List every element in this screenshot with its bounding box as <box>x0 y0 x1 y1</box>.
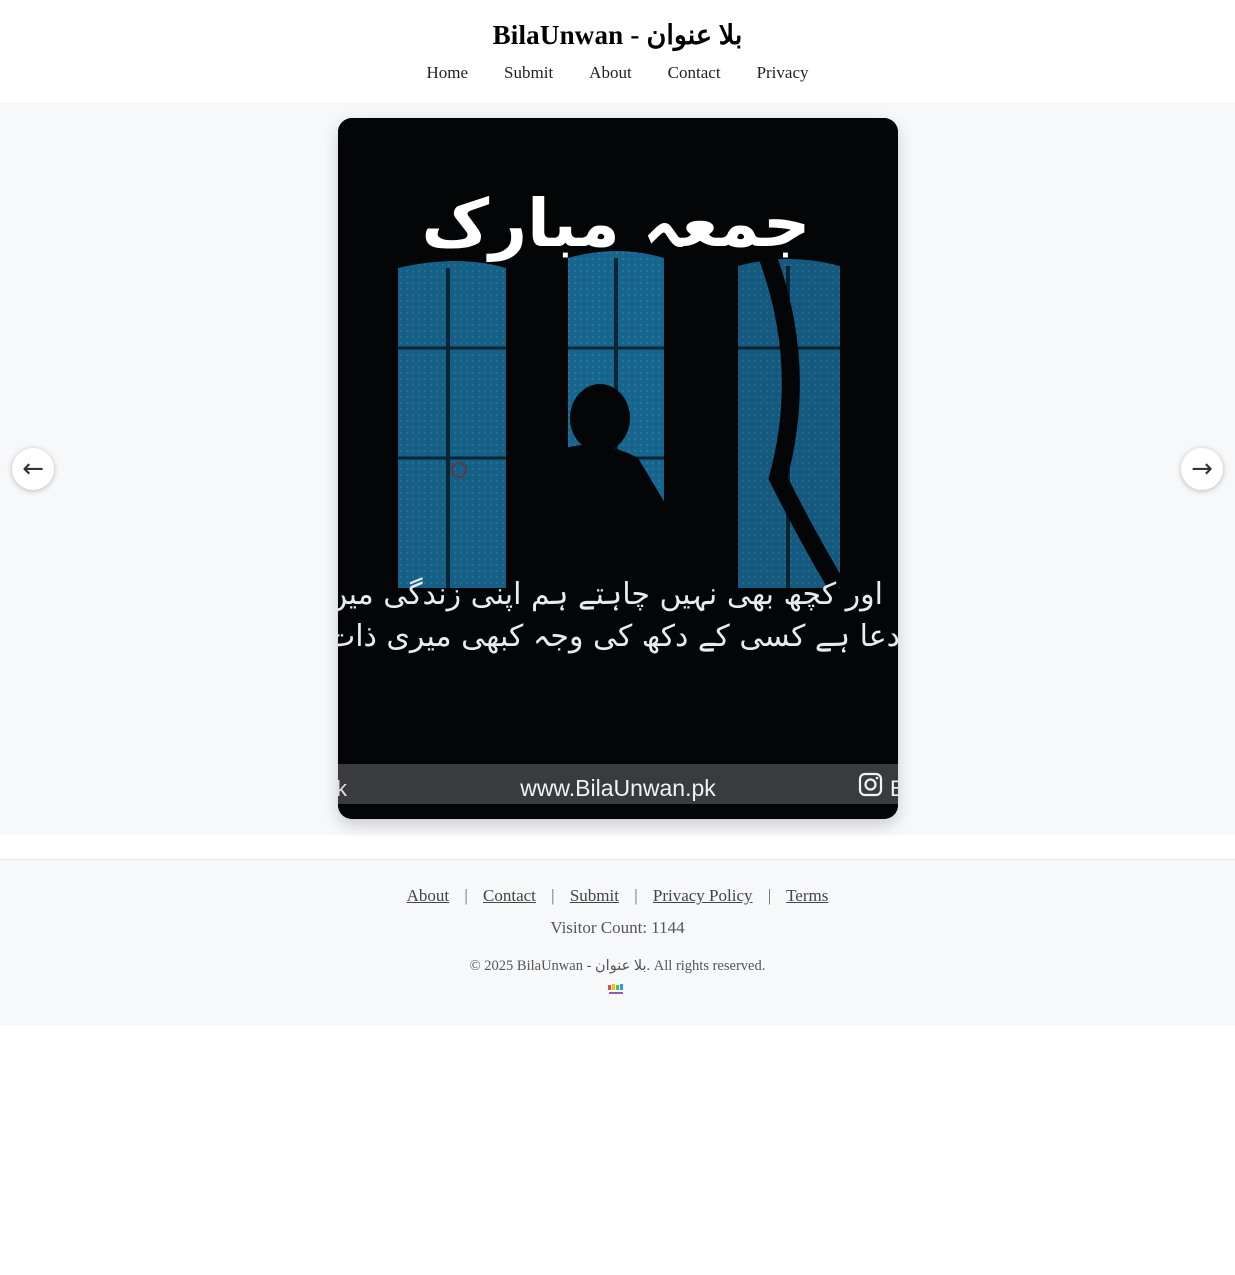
banner-right-fragment: B <box>890 776 898 801</box>
window-left <box>398 261 506 588</box>
footer-link-contact[interactable]: Contact <box>483 886 536 905</box>
nav-home[interactable]: Home <box>427 63 469 83</box>
main-nav: Home Submit About Contact Privacy <box>0 63 1235 83</box>
slide-card[interactable]: جمعہ مبارک اور کچھ بھی نہیں چاہتے ہم اپن… <box>338 118 898 819</box>
copyright: © 2025 BilaUnwan - بلا عنوان. All rights… <box>469 958 766 974</box>
banner-url: www.BilaUnwan.pk <box>519 775 716 801</box>
slide-line-1: اور کچھ بھی نہیں چاہتے ہم اپنی زندگی میں… <box>338 577 883 612</box>
nav-submit[interactable]: Submit <box>504 63 553 83</box>
footer-link-terms[interactable]: Terms <box>786 886 828 905</box>
site-header: BilaUnwan - بلا عنوان Home Submit About … <box>0 0 1235 102</box>
footer-link-privacy-policy[interactable]: Privacy Policy <box>653 886 753 905</box>
footer-link-submit[interactable]: Submit <box>570 886 619 905</box>
footer-links: About | Contact | Submit | Privacy Polic… <box>0 886 1235 906</box>
footer-separator: | <box>634 886 638 905</box>
footer-separator: | <box>464 886 468 905</box>
slide-image: جمعہ مبارک اور کچھ بھی نہیں چاہتے ہم اپن… <box>338 118 898 819</box>
arrow-right-icon: → <box>1191 454 1213 484</box>
nav-privacy[interactable]: Privacy <box>757 63 809 83</box>
footer-separator: | <box>551 886 555 905</box>
site-footer: About | Contact | Submit | Privacy Polic… <box>0 859 1235 1026</box>
slide-line-2: دعا ہے کسی کے دکھ کی وجہ کبھی میری ذات ن… <box>338 619 898 654</box>
next-arrow-button[interactable]: → <box>1181 448 1223 490</box>
site-logo-icon <box>608 984 623 994</box>
nav-about[interactable]: About <box>589 63 632 83</box>
visitor-count: Visitor Count: 1144 <box>550 918 685 937</box>
arrow-left-icon: ← <box>22 454 44 484</box>
nav-contact[interactable]: Contact <box>668 63 721 83</box>
slide-heading: جمعہ مبارک <box>422 185 811 262</box>
banner-left-fragment: k <box>338 776 348 801</box>
footer-link-about[interactable]: About <box>407 886 450 905</box>
footer-separator: | <box>767 886 772 905</box>
window-right <box>738 254 846 593</box>
carousel-section: ← جمعہ مبارک اور کچھ بھی نہیں چاہتے ہم ا… <box>0 102 1235 835</box>
site-title[interactable]: BilaUnwan - بلا عنوان <box>0 20 1235 51</box>
prev-arrow-button[interactable]: ← <box>12 448 54 490</box>
